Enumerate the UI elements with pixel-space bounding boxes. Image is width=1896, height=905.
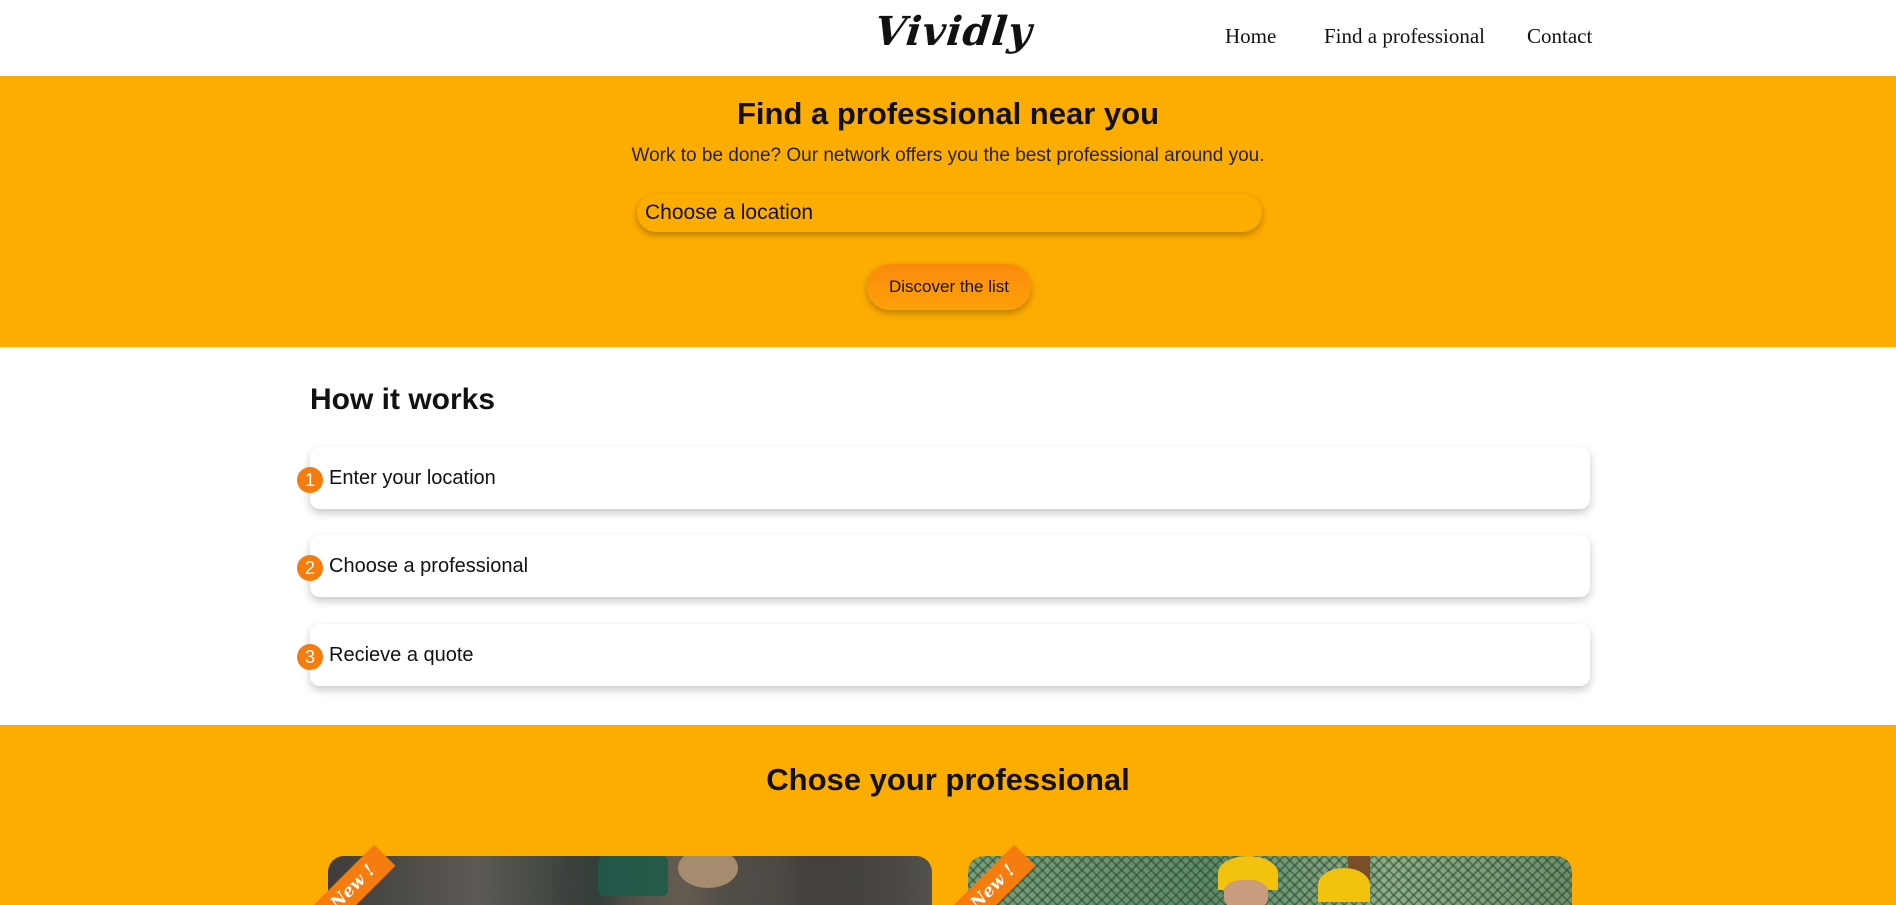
- nav-link-contact[interactable]: Contact: [1527, 24, 1592, 49]
- step-label: Enter your location: [329, 467, 496, 489]
- hero-title: Find a professional near you: [736, 96, 1160, 131]
- discover-list-button[interactable]: Discover the list: [867, 264, 1031, 310]
- choose-professional-title: Chose your professional: [766, 762, 1130, 797]
- step-card-receive-quote: 3 Recieve a quote: [297, 624, 1590, 686]
- hero-section: Find a professional near you Work to be …: [0, 76, 1896, 347]
- site-logo[interactable]: Vividly: [873, 8, 1035, 55]
- hero-subtitle: Work to be done? Our network offers you …: [631, 145, 1265, 166]
- professional-card-tradesman[interactable]: [328, 856, 932, 905]
- step-number-badge: 3: [297, 644, 323, 670]
- power-tool-image-detail: [598, 856, 668, 896]
- nav-link-find-professional[interactable]: Find a professional: [1324, 24, 1485, 49]
- worker-hand-image-detail: [678, 856, 738, 888]
- nav-link-home[interactable]: Home: [1225, 24, 1276, 49]
- professional-card-construction[interactable]: [968, 856, 1572, 905]
- how-it-works-title: How it works: [310, 383, 496, 416]
- step-number-badge: 1: [297, 467, 323, 493]
- top-navbar: Vividly Home Find a professional Contact: [0, 0, 1896, 76]
- step-label: Recieve a quote: [329, 644, 474, 666]
- step-card-enter-location: 1 Enter your location: [297, 447, 1590, 509]
- step-number-badge: 2: [297, 555, 323, 581]
- worker-face-image-detail: [1224, 880, 1268, 905]
- choose-professional-section: Chose your professional New ! New !: [0, 725, 1896, 905]
- step-label: Choose a professional: [329, 555, 529, 577]
- hard-hat-image-detail: [1318, 868, 1370, 902]
- step-card-choose-professional: 2 Choose a professional: [297, 535, 1590, 597]
- location-input[interactable]: [637, 194, 1262, 232]
